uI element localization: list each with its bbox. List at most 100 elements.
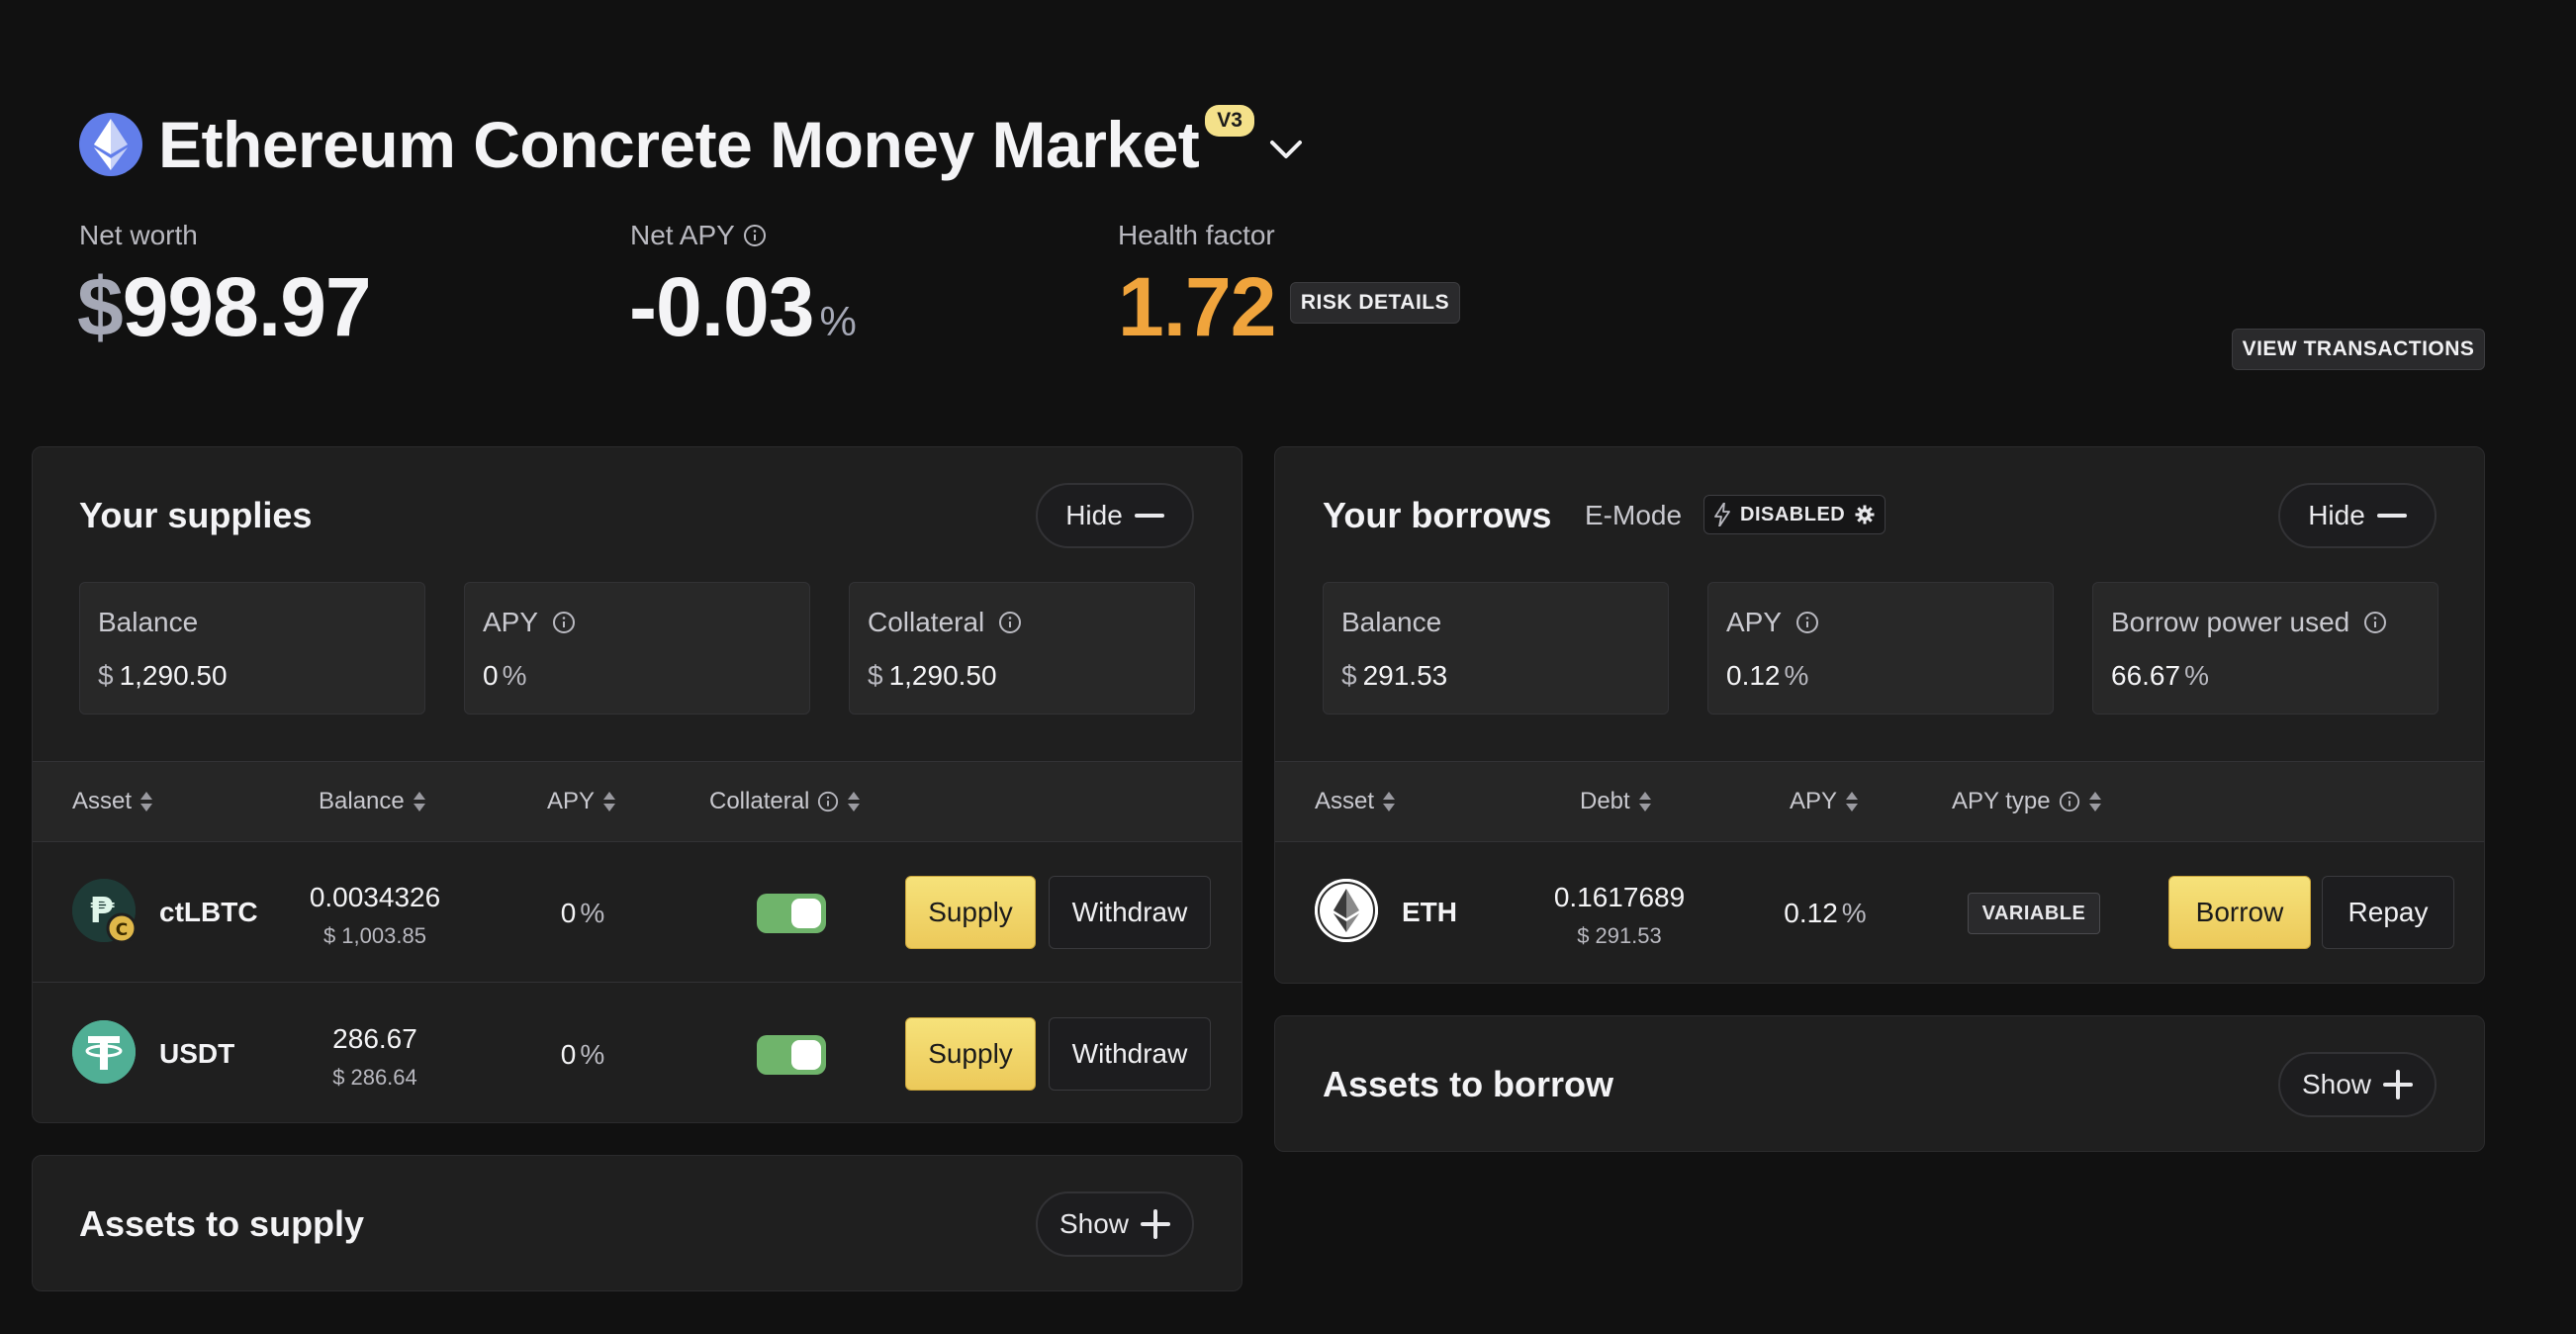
assets-to-supply-title: Assets to supply bbox=[79, 1203, 365, 1244]
borrow-apy-summary: APY 0.12% bbox=[1707, 582, 2054, 715]
show-assets-to-supply-button[interactable]: Show bbox=[1036, 1191, 1194, 1257]
emode-label: E-Mode bbox=[1585, 500, 1683, 530]
sort-icon bbox=[1638, 791, 1652, 812]
net-worth-value: $998.97 bbox=[77, 265, 372, 348]
withdraw-button[interactable]: Withdraw bbox=[1049, 1017, 1211, 1091]
hide-borrows-button[interactable]: Hide bbox=[2278, 483, 2437, 548]
column-header-debt[interactable]: Debt bbox=[1580, 762, 1652, 841]
table-row: USDT 286.67 $286.64 0% Supply Withdraw bbox=[33, 984, 1242, 1124]
info-icon[interactable] bbox=[817, 791, 839, 812]
supply-button[interactable]: Supply bbox=[905, 876, 1036, 949]
borrow-power-summary: Borrow power used 66.67% bbox=[2092, 582, 2438, 715]
market-title: Ethereum Concrete Money Market bbox=[158, 108, 1200, 181]
currency-symbol: $ bbox=[77, 260, 124, 353]
summary-amount: 0.12 bbox=[1726, 660, 1781, 691]
info-icon[interactable] bbox=[1795, 611, 1819, 634]
plus-icon bbox=[2383, 1070, 2414, 1099]
net-apy-label-group: Net APY bbox=[630, 220, 767, 251]
debt-usd: $291.53 bbox=[1520, 923, 1718, 949]
percent-unit: % bbox=[1784, 660, 1809, 691]
column-label: APY bbox=[1790, 788, 1838, 814]
ethereum-icon bbox=[1315, 879, 1378, 942]
column-header-balance[interactable]: Balance bbox=[319, 762, 426, 841]
percent-unit: % bbox=[1841, 898, 1867, 928]
borrow-button[interactable]: Borrow bbox=[2168, 876, 2311, 949]
collateral-toggle[interactable] bbox=[757, 1035, 826, 1075]
summary-label: Balance bbox=[1341, 607, 1442, 637]
asset-name: ETH bbox=[1402, 897, 1457, 927]
column-header-asset[interactable]: Asset bbox=[72, 762, 153, 841]
hide-label: Hide bbox=[1065, 500, 1123, 530]
summary-label-group: Borrow power used bbox=[2111, 607, 2387, 638]
info-icon[interactable] bbox=[552, 611, 576, 634]
percent-unit: % bbox=[580, 1039, 605, 1070]
supply-button[interactable]: Supply bbox=[905, 1017, 1036, 1091]
assets-to-borrow-title: Assets to borrow bbox=[1323, 1064, 1614, 1104]
apy-value: 0.12% bbox=[1766, 898, 1885, 929]
percent-unit: % bbox=[580, 898, 605, 928]
sort-icon bbox=[139, 791, 153, 812]
info-icon[interactable] bbox=[2059, 791, 2080, 812]
column-header-apy[interactable]: APY bbox=[1790, 762, 1859, 841]
column-label: Balance bbox=[319, 788, 405, 814]
sort-icon bbox=[847, 791, 861, 812]
sort-icon bbox=[602, 791, 616, 812]
currency-symbol: $ bbox=[1577, 923, 1590, 948]
apy-amount: 0.12 bbox=[1784, 898, 1838, 928]
health-factor-label: Health factor bbox=[1118, 220, 1275, 250]
balance-usd-amount: 286.64 bbox=[350, 1065, 417, 1090]
column-header-collateral[interactable]: Collateral bbox=[709, 762, 861, 841]
summary-amount: 0 bbox=[483, 660, 499, 691]
sort-icon bbox=[1845, 791, 1859, 812]
summary-label-group: Collateral bbox=[868, 607, 1022, 638]
asset-name: USDT bbox=[159, 1038, 235, 1069]
balance-usd-amount: 1,003.85 bbox=[341, 923, 426, 948]
balance-usd: $1,003.85 bbox=[276, 923, 474, 949]
summary-value: $291.53 bbox=[1341, 660, 1447, 692]
ethereum-icon bbox=[79, 113, 142, 176]
supplies-panel: Your supplies Hide Balance $1,290.50 APY… bbox=[32, 446, 1242, 1123]
column-header-apy-type[interactable]: APY type bbox=[1952, 762, 2102, 841]
summary-amount: 66.67 bbox=[2111, 660, 2181, 691]
table-row: ETH 0.1617689 $291.53 0.12% VARIABLE Bor… bbox=[1275, 842, 2484, 983]
summary-value: 0% bbox=[483, 660, 526, 692]
column-label: Collateral bbox=[709, 788, 810, 814]
currency-symbol: $ bbox=[98, 660, 114, 691]
risk-details-button[interactable]: RISK DETAILS bbox=[1290, 282, 1460, 324]
borrow-balance-summary: Balance $291.53 bbox=[1323, 582, 1669, 715]
repay-button[interactable]: Repay bbox=[2322, 876, 2454, 949]
usdt-icon bbox=[72, 1020, 136, 1084]
withdraw-button[interactable]: Withdraw bbox=[1049, 876, 1211, 949]
percent-unit: % bbox=[502, 660, 527, 691]
balance-usd: $286.64 bbox=[276, 1065, 474, 1091]
view-transactions-button[interactable]: VIEW TRANSACTIONS bbox=[2232, 329, 2485, 370]
chevron-down-icon[interactable] bbox=[1268, 138, 1304, 161]
summary-label: Collateral bbox=[868, 607, 985, 637]
net-worth-label: Net worth bbox=[79, 220, 198, 250]
info-icon[interactable] bbox=[743, 224, 767, 247]
emode-status-badge[interactable]: DISABLED bbox=[1703, 495, 1886, 534]
show-assets-to-borrow-button[interactable]: Show bbox=[2278, 1052, 2437, 1117]
net-apy-label: Net APY bbox=[630, 220, 735, 250]
balance-amount: 0.0034326 bbox=[309, 882, 441, 912]
info-icon[interactable] bbox=[998, 611, 1022, 634]
balance-amount: 286.67 bbox=[332, 1023, 417, 1054]
borrows-title: Your borrows bbox=[1323, 495, 1552, 535]
summary-value: 0.12% bbox=[1726, 660, 1808, 692]
apy-type-badge[interactable]: VARIABLE bbox=[1968, 893, 2100, 934]
collateral-toggle[interactable] bbox=[757, 894, 826, 933]
toggle-knob bbox=[791, 1040, 821, 1070]
emode-status: DISABLED bbox=[1740, 503, 1846, 525]
borrows-panel: Your borrows E-Mode DISABLED Hide Balanc… bbox=[1274, 446, 2485, 984]
info-icon[interactable] bbox=[2363, 611, 2387, 634]
summary-label: APY bbox=[1726, 607, 1783, 637]
apy-amount: 0 bbox=[560, 898, 577, 928]
column-header-asset[interactable]: Asset bbox=[1315, 762, 1396, 841]
hide-supplies-button[interactable]: Hide bbox=[1036, 483, 1194, 548]
column-label: Asset bbox=[1315, 788, 1375, 814]
minus-icon bbox=[2376, 514, 2407, 518]
sort-icon bbox=[2088, 791, 2102, 812]
column-header-apy[interactable]: APY bbox=[547, 762, 616, 841]
summary-label: APY bbox=[483, 607, 539, 637]
summary-amount: 1,290.50 bbox=[888, 660, 997, 691]
